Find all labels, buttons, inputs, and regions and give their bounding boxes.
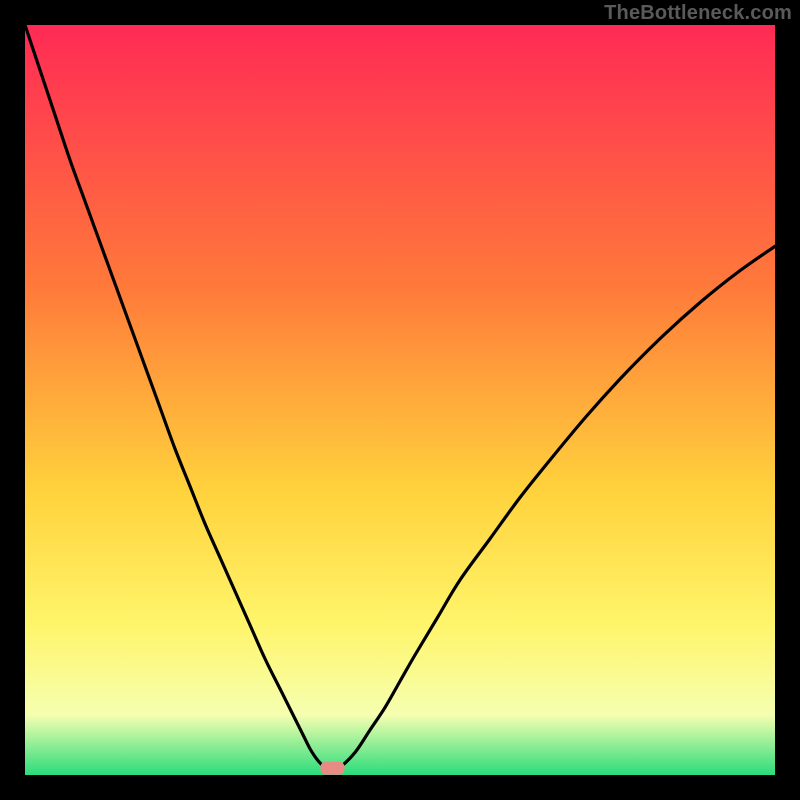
plot-area [25, 25, 775, 775]
watermark-text: TheBottleneck.com [604, 2, 792, 25]
chart-frame: TheBottleneck.com [0, 0, 800, 800]
gradient-background [25, 25, 775, 775]
chart-svg [25, 25, 775, 775]
minimum-marker [321, 762, 345, 775]
